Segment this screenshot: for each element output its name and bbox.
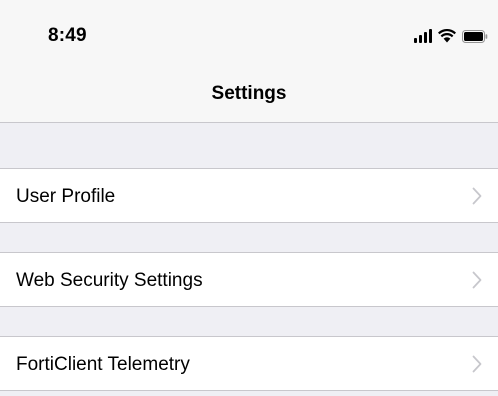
settings-list: User Profile Web Security Settings Forti… xyxy=(0,123,498,391)
status-bar: 8:49 xyxy=(0,0,498,72)
wifi-icon xyxy=(438,29,456,43)
cellular-signal-icon xyxy=(414,29,432,43)
status-time: 8:49 xyxy=(48,25,87,46)
status-icons xyxy=(414,27,488,43)
settings-item-forticlient-telemetry[interactable]: FortiClient Telemetry xyxy=(0,336,498,391)
chevron-right-icon xyxy=(472,355,482,373)
settings-item-label: Web Security Settings xyxy=(16,270,203,291)
section-spacer xyxy=(0,307,498,336)
page-title: Settings xyxy=(211,83,287,104)
section-spacer xyxy=(0,123,498,168)
settings-item-label: FortiClient Telemetry xyxy=(16,354,190,375)
settings-item-label: User Profile xyxy=(16,186,116,207)
chevron-right-icon xyxy=(472,271,482,289)
section-spacer xyxy=(0,223,498,252)
navigation-bar: Settings xyxy=(0,72,498,123)
battery-icon xyxy=(462,30,488,43)
settings-item-user-profile[interactable]: User Profile xyxy=(0,168,498,223)
settings-item-web-security-settings[interactable]: Web Security Settings xyxy=(0,252,498,307)
chevron-right-icon xyxy=(472,187,482,205)
